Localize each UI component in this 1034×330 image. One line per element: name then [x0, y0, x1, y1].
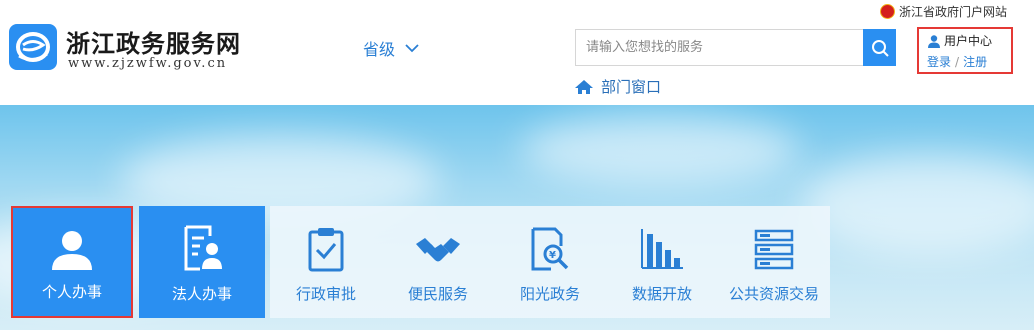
search-input[interactable]: [576, 30, 863, 65]
gov-portal-label: 浙江省政府门户网站: [899, 5, 1008, 19]
user-center-panel: 用户中心 登录 / 注册: [917, 27, 1013, 74]
tile-open-data[interactable]: 数据开放: [606, 206, 718, 318]
register-link[interactable]: 注册: [963, 55, 987, 69]
tile-public-resource-trading[interactable]: 公共资源交易: [718, 206, 830, 318]
svg-text:¥: ¥: [549, 250, 556, 261]
tile-label: 个人办事: [41, 283, 102, 301]
tile-administrative-approval[interactable]: 行政审批: [270, 206, 382, 318]
search-icon: [871, 39, 889, 57]
document-search-icon: ¥: [531, 227, 569, 271]
tile-label: 行政审批: [295, 285, 356, 303]
dept-window-label: 部门窗口: [601, 78, 662, 96]
tile-convenience-services[interactable]: 便民服务: [382, 206, 494, 318]
service-tiles: 行政审批 便民服务 ¥ 阳光政务 数据开放 公共资源交易: [270, 206, 830, 318]
tile-label: 阳光政务: [519, 285, 580, 303]
auth-links: 登录 / 注册: [927, 53, 987, 70]
dept-window-link[interactable]: 部门窗口: [574, 76, 661, 97]
user-center-title[interactable]: 用户中心: [927, 32, 992, 49]
province-level-dropdown[interactable]: 省级: [363, 36, 419, 60]
site-logo-icon[interactable]: [9, 24, 57, 70]
chevron-down-icon: [405, 44, 419, 53]
tile-personal-services[interactable]: 个人办事: [11, 206, 133, 318]
user-icon: [928, 34, 940, 48]
search-bar: [575, 29, 896, 66]
tile-corporate-services[interactable]: 法人办事: [139, 206, 265, 318]
tile-open-government[interactable]: ¥ 阳光政务: [494, 206, 606, 318]
user-center-label: 用户中心: [944, 34, 993, 48]
tile-label: 法人办事: [171, 285, 232, 303]
login-link[interactable]: 登录: [927, 55, 951, 69]
clipboard-check-icon: [308, 228, 344, 272]
province-level-label: 省级: [363, 40, 396, 59]
tile-label: 数据开放: [631, 285, 692, 303]
handshake-icon: [416, 238, 460, 262]
person-icon: [52, 231, 92, 270]
search-button[interactable]: [863, 29, 896, 66]
tile-label: 公共资源交易: [728, 285, 819, 303]
gov-portal-link[interactable]: 浙江省政府门户网站: [880, 3, 1007, 20]
auth-separator: /: [955, 55, 960, 69]
site-url: www.zjzwfw.gov.cn: [68, 56, 228, 71]
site-title[interactable]: 浙江政务服务网: [66, 24, 241, 59]
bar-chart-icon: [641, 229, 683, 269]
home-icon: [575, 79, 593, 94]
site-header: 浙江政务服务网 www.zjzwfw.gov.cn 省级 浙江省政府门户网站 部…: [0, 0, 1034, 105]
national-emblem-icon: [880, 4, 895, 19]
server-stack-icon: [754, 229, 794, 270]
corporate-id-icon: [184, 225, 222, 271]
tile-label: 便民服务: [407, 285, 468, 303]
